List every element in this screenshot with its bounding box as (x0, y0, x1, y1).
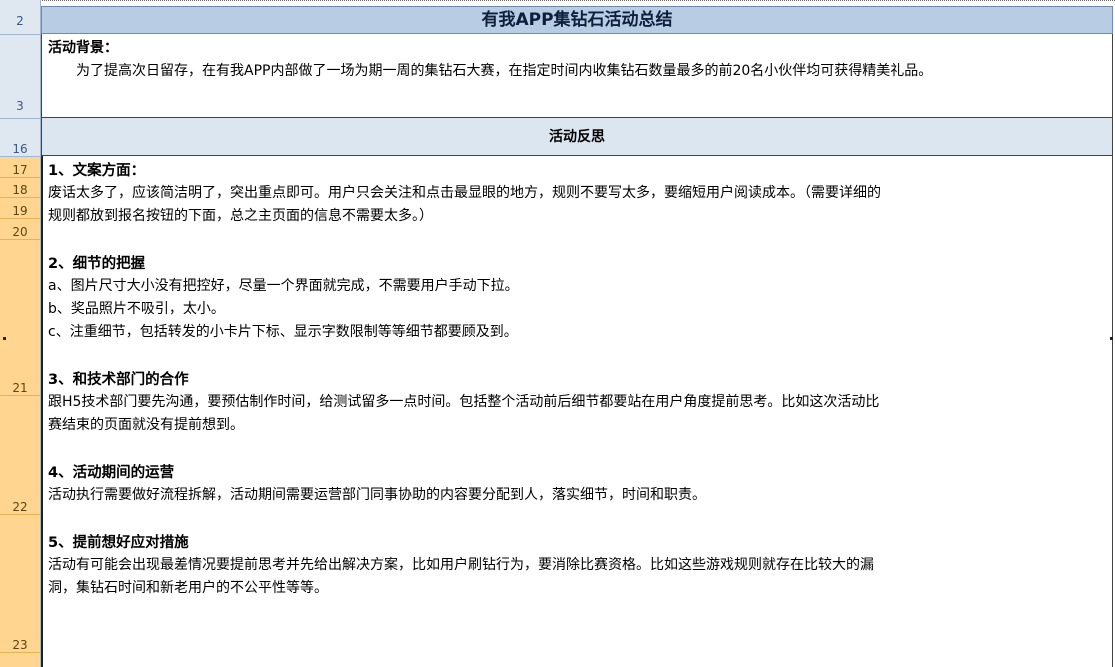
row-divider[interactable] (0, 177, 40, 178)
row-number-17[interactable]: 17 (0, 163, 40, 177)
section-3: 3、和技术部门的合作 跟H5技术部门要先沟通，要预估制作时间，给测试留多一点时间… (48, 369, 1106, 437)
selection-handle-left[interactable] (3, 337, 6, 340)
section-title: 5、提前想好应对措施 (48, 535, 189, 551)
section-4: 4、活动期间的运营 活动执行需要做好流程拆解，活动期间需要运营部门同事协助的内容… (48, 462, 1106, 507)
section-line: 规则都放到报名按钮的下面，总之主页面的信息不需要太多。） (48, 208, 433, 224)
row-number-22[interactable]: 22 (0, 500, 40, 514)
row-number-19[interactable]: 19 (0, 204, 40, 218)
section-line: 活动有可能会出现最差情况要提前思考并先给出解决方案，比如用户刷钻行为，要消除比赛… (48, 557, 874, 573)
section-title: 1、文案方面： (48, 163, 146, 179)
row-number-18[interactable]: 18 (0, 183, 40, 197)
section-line: b、奖品照片不吸引，太小。 (48, 301, 225, 317)
row-divider[interactable] (0, 197, 40, 198)
background-heading: 活动背景： (48, 40, 118, 56)
section-5: 5、提前想好应对措施 活动有可能会出现最差情况要提前思考并先给出解决方案，比如用… (48, 532, 1106, 600)
section-line: 活动执行需要做好流程拆解，活动期间需要运营部门同事协助的内容要分配到人，落实细节… (48, 487, 706, 503)
section-line: 跟H5技术部门要先沟通，要预估制作时间，给测试留多一点时间。包括整个活动前后细节… (48, 394, 880, 410)
section-line: c、注重细节，包括转发的小卡片下标、显示字数限制等等细节都要顾及到。 (48, 324, 518, 340)
reflection-body-cell[interactable]: 1、文案方面： 废话太多了，应该简洁明了，突出重点即可。用户只会关注和点击最显眼… (41, 156, 1113, 667)
row-divider[interactable] (0, 395, 40, 396)
background-text: 为了提高次日留存，在有我APP内部做了一场为期一周的集钻石大赛，在指定时间内收集… (76, 63, 933, 79)
row-divider[interactable] (0, 118, 40, 119)
section-2: 2、细节的把握 a、图片尺寸大小没有把控好，尽量一个界面就完成，不需要用户手动下… (48, 253, 1106, 344)
row-divider[interactable] (0, 156, 40, 157)
background-cell[interactable]: 活动背景： 为了提高次日留存，在有我APP内部做了一场为期一周的集钻石大赛，在指… (41, 34, 1113, 118)
selection-handle-right[interactable] (1110, 337, 1113, 340)
row-number-20[interactable]: 20 (0, 225, 40, 239)
section-title: 2、细节的把握 (48, 256, 146, 272)
section-title: 3、和技术部门的合作 (48, 372, 189, 388)
row-divider[interactable] (0, 514, 40, 515)
section-1: 1、文案方面： 废话太多了，应该简洁明了，突出重点即可。用户只会关注和点击最显眼… (48, 160, 1106, 228)
sheet-top-border (0, 0, 1115, 2)
reflection-heading-cell[interactable]: 活动反思 (41, 118, 1113, 156)
row-divider[interactable] (0, 218, 40, 219)
section-line: 洞，集钻石时间和新老用户的不公平性等等。 (48, 580, 328, 596)
reflection-heading: 活动反思 (549, 129, 605, 145)
row-divider[interactable] (0, 652, 40, 653)
sheet-title: 有我APP集钻石活动总结 (481, 10, 673, 30)
row-number-2[interactable]: 2 (0, 14, 40, 28)
row-number-3[interactable]: 3 (0, 99, 40, 113)
row-divider[interactable] (0, 239, 40, 240)
row-number-16[interactable]: 16 (0, 142, 40, 156)
row-number-23[interactable]: 23 (0, 638, 40, 652)
row-divider[interactable] (0, 34, 40, 35)
section-line: 废话太多了，应该简洁明了，突出重点即可。用户只会关注和点击最显眼的地方，规则不要… (48, 185, 881, 201)
section-title: 4、活动期间的运营 (48, 465, 175, 481)
sheet-title-cell[interactable]: 有我APP集钻石活动总结 (41, 6, 1113, 34)
row-number-21[interactable]: 21 (0, 381, 40, 395)
section-line: a、图片尺寸大小没有把控好，尽量一个界面就完成，不需要用户手动下拉。 (48, 278, 519, 294)
section-line: 赛结束的页面就没有提前想到。 (48, 417, 244, 433)
